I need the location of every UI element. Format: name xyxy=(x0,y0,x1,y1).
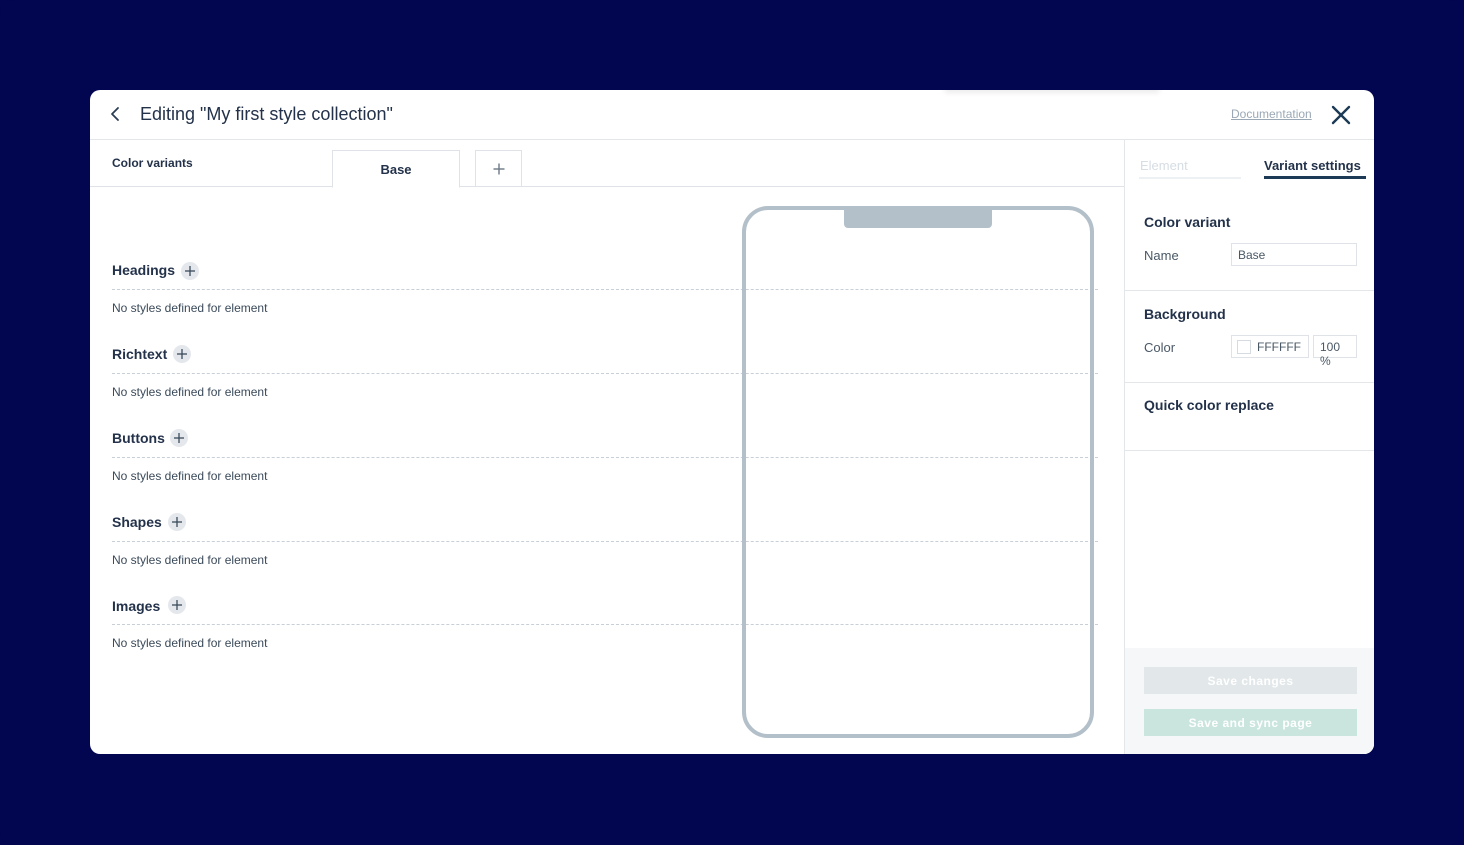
style-collection-editor-modal: Editing "My first style collection" Docu… xyxy=(90,90,1374,754)
save-changes-button[interactable]: Save changes xyxy=(1144,667,1357,694)
color-swatch[interactable] xyxy=(1237,340,1251,354)
close-icon xyxy=(1331,105,1351,125)
add-variant-button[interactable] xyxy=(475,150,522,187)
back-button[interactable] xyxy=(108,105,124,123)
tab-variant-settings-underline xyxy=(1264,176,1366,179)
save-and-sync-button[interactable]: Save and sync page xyxy=(1144,709,1357,736)
panel-divider xyxy=(1125,450,1374,451)
buttons-empty-text: No styles defined for element xyxy=(112,469,268,483)
color-variant-heading: Color variant xyxy=(1144,214,1231,230)
images-empty-text: No styles defined for element xyxy=(112,636,268,650)
background-color-value: FFFFFF xyxy=(1257,340,1301,354)
section-title-images: Images xyxy=(112,598,161,614)
plus-icon xyxy=(493,163,504,174)
phone-notch xyxy=(844,208,992,228)
add-shapes-style-button[interactable] xyxy=(168,513,186,531)
plus-icon xyxy=(172,517,182,527)
close-button[interactable] xyxy=(1330,104,1352,126)
panel-divider xyxy=(1125,382,1374,383)
tab-element[interactable]: Element xyxy=(1140,158,1188,173)
background-opacity-value: 100 % xyxy=(1320,340,1341,368)
color-variants-bar: Color variants Base xyxy=(90,140,1124,188)
panel-divider xyxy=(1125,290,1374,291)
documentation-link[interactable]: Documentation xyxy=(1231,107,1312,121)
section-title-richtext: Richtext xyxy=(112,346,168,362)
background-color-field[interactable]: FFFFFF xyxy=(1231,335,1309,358)
variant-name-input[interactable] xyxy=(1231,243,1357,266)
phone-preview-frame xyxy=(742,206,1094,738)
add-images-style-button[interactable] xyxy=(168,596,186,614)
plus-icon xyxy=(174,433,184,443)
add-headings-style-button[interactable] xyxy=(181,262,199,280)
richtext-empty-text: No styles defined for element xyxy=(112,385,268,399)
background-heading: Background xyxy=(1144,306,1226,322)
plus-icon xyxy=(172,600,182,610)
headings-empty-text: No styles defined for element xyxy=(112,301,268,315)
quick-color-replace-heading[interactable]: Quick color replace xyxy=(1144,397,1274,413)
tab-element-underline xyxy=(1139,177,1241,179)
chevron-left-icon xyxy=(111,107,119,121)
modal-header: Editing "My first style collection" Docu… xyxy=(90,90,1374,140)
background-opacity-field[interactable]: 100 % xyxy=(1313,335,1357,368)
plus-icon xyxy=(185,266,195,276)
settings-panel: Element Variant settings Color variant N… xyxy=(1124,140,1374,754)
color-variants-label: Color variants xyxy=(112,156,193,170)
add-richtext-style-button[interactable] xyxy=(173,345,191,363)
name-label: Name xyxy=(1144,248,1179,263)
tab-base-variant[interactable]: Base xyxy=(332,150,460,188)
tab-variant-settings[interactable]: Variant settings xyxy=(1264,158,1361,173)
plus-icon xyxy=(177,349,187,359)
screen-background: Editing "My first style collection" Docu… xyxy=(0,0,1464,845)
section-title-shapes: Shapes xyxy=(112,514,162,530)
section-title-buttons: Buttons xyxy=(112,430,165,446)
section-title-headings: Headings xyxy=(112,262,176,278)
add-buttons-style-button[interactable] xyxy=(170,429,188,447)
panel-footer: Save changes Save and sync page xyxy=(1125,648,1374,754)
shapes-empty-text: No styles defined for element xyxy=(112,553,268,567)
color-label: Color xyxy=(1144,340,1176,355)
page-title: Editing "My first style collection" xyxy=(140,104,393,124)
